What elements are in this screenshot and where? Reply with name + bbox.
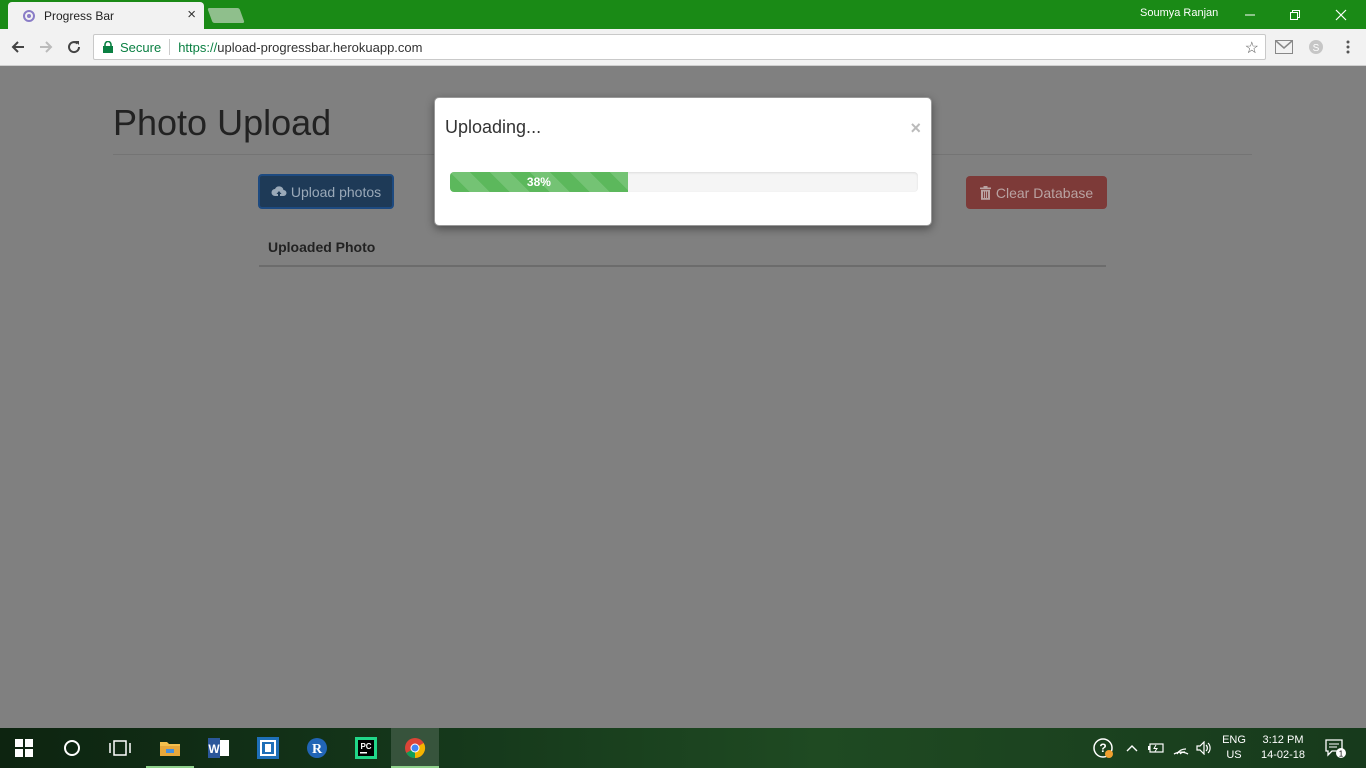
svg-text:R: R [312,742,323,757]
tab-favicon-icon [22,9,36,23]
upload-modal: Uploading... × 38% [434,97,932,226]
chevron-up-icon [1126,745,1138,752]
help-tray-button[interactable]: ? [1090,728,1116,768]
progress-label: 38% [526,175,551,189]
forward-arrow-icon [40,41,53,53]
close-icon [1335,9,1347,20]
upload-photos-button[interactable]: Upload photos [258,174,394,209]
app-icon [257,737,279,759]
tab-close-icon[interactable]: × [187,7,196,23]
pycharm-button[interactable]: PC [342,728,390,768]
upload-photos-label: Upload photos [290,183,382,200]
table-header-divider [259,265,1106,267]
system-clock[interactable]: 3:12 PM 14-02-18 [1255,733,1311,763]
start-button[interactable] [0,728,48,768]
r-icon: R [307,738,327,758]
upload-progress-bar: 38% [450,172,628,192]
reload-button[interactable] [62,35,86,59]
chrome-button[interactable] [391,728,439,768]
url-host: upload-progressbar.herokuapp.com [217,39,423,55]
browser-tab[interactable]: Progress Bar × [8,2,204,29]
file-explorer-icon [160,742,180,756]
lock-icon [102,41,114,53]
forward-button[interactable] [34,35,58,59]
language-code: ENG [1222,734,1246,746]
back-arrow-icon [11,41,24,53]
menu-icon[interactable] [1338,38,1358,56]
new-tab-button[interactable] [207,8,245,23]
svg-text:W: W [208,742,220,756]
action-center-button[interactable]: 1 [1320,728,1350,768]
close-window-button[interactable] [1318,0,1364,29]
chrome-icon [405,738,426,759]
minimize-icon [1245,14,1255,15]
svg-text:S: S [1313,43,1320,54]
url-text: https://upload-progressbar.herokuapp.com [178,40,422,55]
cortana-icon [64,740,80,756]
task-view-icon [109,740,131,756]
task-view-button[interactable] [96,728,144,768]
help-icon: ? [1093,738,1113,758]
clear-database-label: Clear Database [995,184,1094,201]
back-button[interactable] [6,35,30,59]
wifi-icon [1173,748,1189,755]
gmail-icon[interactable] [1274,38,1294,56]
r-button[interactable]: R [293,728,341,768]
notification-icon: 1 [1325,739,1346,759]
battery-icon [1148,743,1164,753]
url-scheme: https:// [178,39,218,55]
page-title: Photo Upload [113,102,332,143]
address-bar[interactable]: Secure https://upload-progressbar.heroku… [93,34,1266,60]
battery-tray-button[interactable] [1145,728,1167,768]
modal-close-icon[interactable]: × [910,118,921,139]
minimize-button[interactable] [1227,0,1273,29]
app-button[interactable] [244,728,292,768]
pycharm-icon: PC [355,737,377,759]
table-header-uploaded-photo: Uploaded Photo [268,239,376,255]
restore-button[interactable] [1272,0,1318,29]
restore-icon [1290,9,1300,20]
star-icon[interactable]: ☆ [1245,38,1259,58]
browser-titlebar: Progress Bar × Soumya Ranjan [0,0,1366,29]
cortana-button[interactable] [48,728,96,768]
input-language[interactable]: ENG US [1219,733,1249,763]
word-button[interactable]: W [195,728,243,768]
windows-taskbar: W R PC ? ENG US 3:12 PM 14-02-18 1 [0,728,1366,768]
clear-database-button[interactable]: Clear Database [966,176,1107,209]
notification-count: 1 [1339,750,1344,759]
wifi-tray-button[interactable] [1170,728,1192,768]
clock-time: 3:12 PM [1262,734,1304,746]
word-icon: W [208,738,229,758]
volume-icon [1196,741,1211,755]
svg-text:PC: PC [360,742,371,751]
tab-title: Progress Bar [44,8,115,23]
browser-toolbar: Secure https://upload-progressbar.heroku… [0,29,1366,66]
volume-tray-button[interactable] [1193,728,1215,768]
show-hidden-icons-button[interactable] [1122,728,1142,768]
modal-title: Uploading... [445,117,542,137]
profile-name[interactable]: Soumya Ranjan [1140,7,1218,19]
upload-progress: 38% [450,172,918,192]
windows-start-icon [15,739,33,757]
omnibox-separator [169,39,171,55]
region-code: US [1226,749,1242,761]
secure-label: Secure [120,39,162,55]
reload-icon [68,41,81,54]
file-explorer-button[interactable] [146,728,194,768]
trash-icon [979,185,991,200]
clock-date: 14-02-18 [1260,749,1306,761]
cloud-upload-icon [271,185,287,197]
skype-icon[interactable]: S [1306,38,1326,56]
